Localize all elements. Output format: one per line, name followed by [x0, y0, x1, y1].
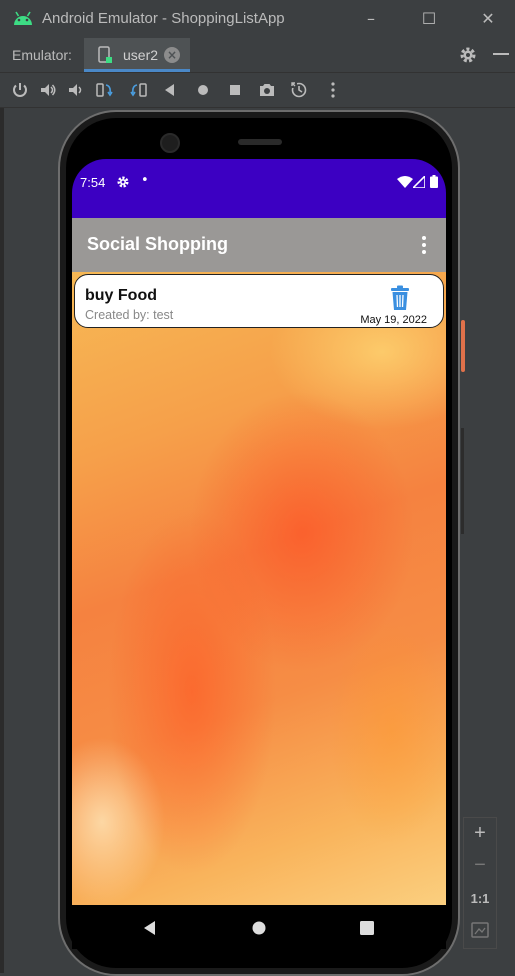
- maximize-button[interactable]: ☐: [417, 8, 441, 30]
- list-item[interactable]: buy Food Created by: test May 19, 2022: [74, 274, 444, 328]
- minimize-button[interactable]: –: [359, 8, 383, 30]
- nav-overview-icon[interactable]: [360, 921, 374, 935]
- fit-screen-icon[interactable]: [471, 922, 489, 938]
- volume-down-icon[interactable]: [66, 81, 84, 99]
- tab-close-button[interactable]: ×: [164, 47, 180, 63]
- emulator-tab-row: Emulator: user2 ×: [0, 38, 515, 73]
- status-bar: 7:54 •: [72, 159, 446, 218]
- speaker-grille: [238, 139, 282, 145]
- volume-side-button[interactable]: [461, 428, 464, 534]
- wifi-icon: [397, 176, 413, 188]
- notification-dot: •: [141, 173, 149, 188]
- emulator-label: Emulator:: [12, 47, 72, 63]
- power-side-button[interactable]: [461, 320, 465, 372]
- trash-icon[interactable]: [389, 285, 411, 311]
- home-icon[interactable]: [194, 81, 212, 99]
- rotate-left-icon[interactable]: [95, 81, 113, 99]
- hide-panel-icon[interactable]: [493, 53, 509, 55]
- device-screen: 7:54 • Social Shopping buy Food Created …: [72, 159, 446, 949]
- status-time: 7:54: [80, 175, 106, 190]
- device-icon: [98, 46, 112, 63]
- window-title-bar: Android Emulator - ShoppingListApp – ☐ ✕: [0, 0, 515, 38]
- screenshot-icon[interactable]: [258, 81, 276, 99]
- android-logo-icon: [14, 11, 32, 25]
- nav-home-icon[interactable]: [252, 921, 266, 935]
- tab-user2[interactable]: user2 ×: [84, 38, 190, 72]
- camera-icon: [160, 133, 180, 153]
- tab-label: user2: [123, 47, 159, 63]
- app-title: Social Shopping: [87, 234, 229, 254]
- power-icon[interactable]: [11, 81, 29, 99]
- close-window-button[interactable]: ✕: [476, 8, 500, 30]
- app-bar: Social Shopping: [72, 218, 446, 272]
- back-icon[interactable]: [161, 81, 179, 99]
- zoom-in-button[interactable]: +: [464, 822, 496, 845]
- left-gutter: [0, 108, 4, 973]
- nav-back-icon[interactable]: [143, 921, 157, 935]
- overview-icon[interactable]: [226, 81, 244, 99]
- list-item-title: buy Food: [85, 287, 157, 304]
- more-icon[interactable]: [324, 81, 342, 99]
- list-item-creator: Created by: test: [85, 308, 174, 322]
- settings-gear-icon[interactable]: [458, 45, 478, 65]
- settings-notification-icon: [117, 176, 129, 188]
- zoom-controls: + − 1:1: [463, 817, 497, 949]
- snapshot-icon[interactable]: [290, 81, 308, 99]
- window-title: Android Emulator - ShoppingListApp: [42, 10, 285, 27]
- system-nav-bar: [72, 905, 446, 949]
- actual-size-button[interactable]: 1:1: [464, 891, 496, 906]
- signal-icon: [413, 176, 425, 188]
- emulator-toolbar: [0, 73, 515, 108]
- battery-icon: [430, 175, 438, 188]
- list-item-date: May 19, 2022: [360, 314, 427, 326]
- list-content-area: buy Food Created by: test May 19, 2022: [72, 272, 446, 905]
- rotate-right-icon[interactable]: [130, 81, 148, 99]
- zoom-out-button[interactable]: −: [464, 854, 496, 877]
- volume-up-icon[interactable]: [39, 81, 57, 99]
- overflow-menu-icon[interactable]: [420, 235, 428, 255]
